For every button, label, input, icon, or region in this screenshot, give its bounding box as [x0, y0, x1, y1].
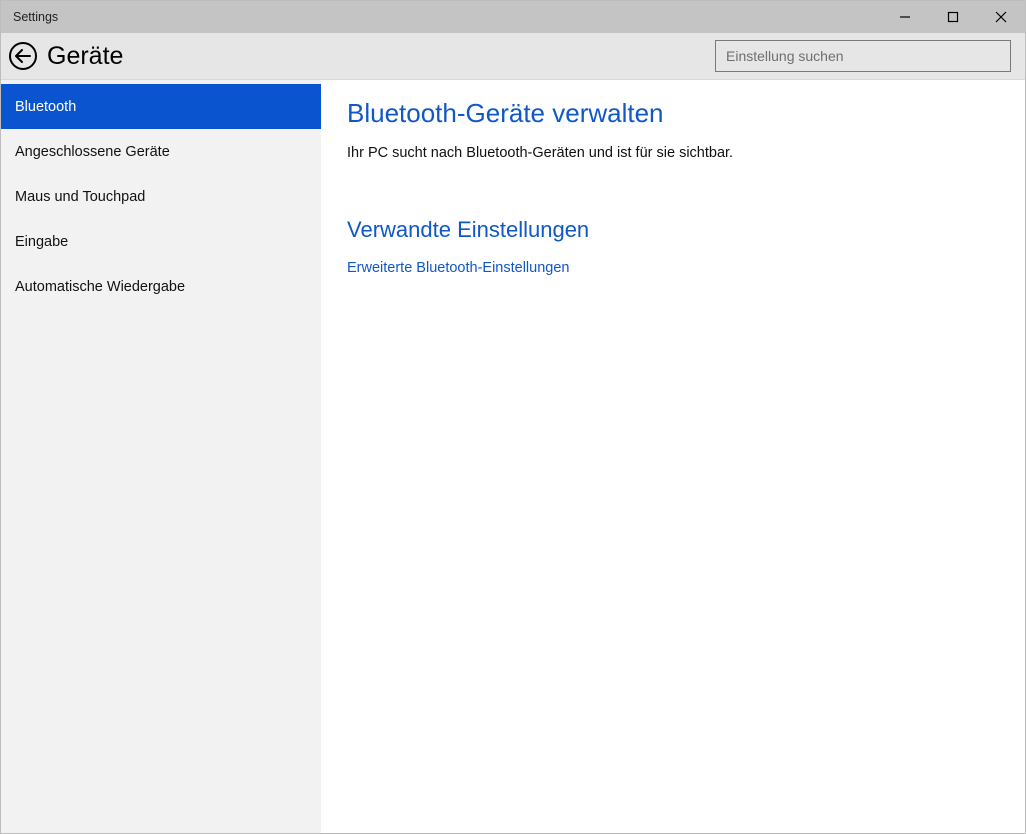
advanced-bluetooth-link[interactable]: Erweiterte Bluetooth-Einstellungen: [347, 260, 569, 276]
sidebar-item-label: Angeschlossene Geräte: [15, 144, 170, 160]
page-title: Geräte: [47, 42, 123, 71]
content-heading: Bluetooth-Geräte verwalten: [347, 98, 999, 129]
search-input[interactable]: [715, 40, 1011, 72]
header: Geräte: [1, 33, 1025, 80]
window-title: Settings: [13, 10, 58, 24]
back-button[interactable]: [9, 42, 37, 70]
arrow-left-icon: [15, 49, 31, 63]
sidebar-item-mouse-touchpad[interactable]: Maus und Touchpad: [1, 174, 321, 219]
sidebar: Bluetooth Angeschlossene Geräte Maus und…: [1, 80, 321, 833]
window-controls: [881, 1, 1025, 33]
sidebar-item-label: Maus und Touchpad: [15, 189, 145, 205]
maximize-button[interactable]: [929, 1, 977, 33]
minimize-button[interactable]: [881, 1, 929, 33]
sidebar-item-typing[interactable]: Eingabe: [1, 219, 321, 264]
sidebar-item-label: Automatische Wiedergabe: [15, 279, 185, 295]
titlebar: Settings: [1, 1, 1025, 33]
sidebar-item-bluetooth[interactable]: Bluetooth: [1, 84, 321, 129]
settings-window: Settings Geräte Bluetooth: [0, 0, 1026, 834]
sidebar-item-connected-devices[interactable]: Angeschlossene Geräte: [1, 129, 321, 174]
content: Bluetooth-Geräte verwalten Ihr PC sucht …: [321, 80, 1025, 833]
body: Bluetooth Angeschlossene Geräte Maus und…: [1, 80, 1025, 833]
close-button[interactable]: [977, 1, 1025, 33]
sidebar-item-label: Eingabe: [15, 234, 68, 250]
content-description: Ihr PC sucht nach Bluetooth-Geräten und …: [347, 145, 999, 161]
sidebar-item-label: Bluetooth: [15, 99, 76, 115]
related-settings-heading: Verwandte Einstellungen: [347, 217, 999, 243]
sidebar-item-autoplay[interactable]: Automatische Wiedergabe: [1, 264, 321, 309]
